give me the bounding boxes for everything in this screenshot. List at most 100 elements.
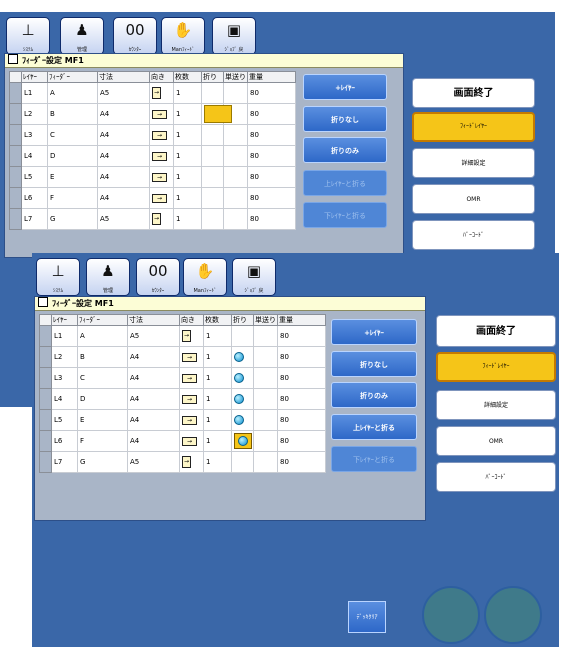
table-row[interactable]: L6 F A4 → 1 80	[9, 187, 296, 209]
front-detail-settings-button[interactable]: 詳細設定	[436, 390, 556, 420]
fold-cell[interactable]	[201, 82, 224, 104]
orientation-cell[interactable]: →	[179, 325, 204, 347]
orientation-cell[interactable]: →	[149, 124, 174, 146]
size-cell[interactable]: A4	[127, 367, 180, 389]
back-end-screen-button[interactable]: 画面終了	[412, 78, 535, 108]
feeder-cell[interactable]: E	[77, 409, 128, 431]
table-row[interactable]: L4 D A4 → 1 80	[9, 145, 296, 167]
fold-cell[interactable]	[201, 187, 224, 209]
front-no-fold-button[interactable]: 折りなし	[331, 351, 417, 377]
orientation-cell[interactable]: →	[149, 103, 174, 125]
feeder-cell[interactable]: B	[47, 103, 98, 125]
fold-cell[interactable]	[201, 103, 232, 125]
single-feed-cell[interactable]	[253, 367, 278, 389]
front-tool-admin[interactable]: ♟ 管理	[86, 258, 130, 296]
weight-cell[interactable]: 80	[247, 103, 296, 125]
feeder-cell[interactable]: C	[47, 124, 98, 146]
layer-cell[interactable]: L1	[21, 82, 48, 104]
count-cell[interactable]: 1	[203, 409, 232, 431]
feeder-cell[interactable]: F	[47, 187, 98, 209]
feeder-cell[interactable]: A	[47, 82, 98, 104]
layer-cell[interactable]: L4	[51, 388, 78, 410]
table-row[interactable]: L3 C A4 → 1 80	[39, 367, 326, 389]
fold-cell[interactable]	[201, 166, 224, 188]
orientation-cell[interactable]: →	[149, 166, 174, 188]
size-cell[interactable]: A5	[127, 451, 180, 473]
single-feed-cell[interactable]	[253, 409, 278, 431]
count-cell[interactable]: 1	[203, 325, 232, 347]
back-tool-system[interactable]: ⊥ ｼｽﾃﾑ	[6, 17, 50, 55]
fold-cell[interactable]	[201, 124, 224, 146]
weight-cell[interactable]: 80	[247, 208, 296, 230]
layer-cell[interactable]: L3	[21, 124, 48, 146]
feeder-cell[interactable]: F	[77, 430, 128, 452]
orientation-cell[interactable]: →	[149, 145, 174, 167]
front-fold-only-button[interactable]: 折りのみ	[331, 382, 417, 408]
orientation-cell[interactable]: →	[179, 451, 204, 473]
fold-cell[interactable]	[231, 430, 254, 452]
single-feed-cell[interactable]	[223, 82, 248, 104]
weight-cell[interactable]: 80	[277, 388, 326, 410]
weight-cell[interactable]: 80	[247, 145, 296, 167]
feeder-cell[interactable]: G	[47, 208, 98, 230]
orientation-cell[interactable]: →	[149, 187, 174, 209]
table-row[interactable]: L5 E A4 → 1 80	[9, 166, 296, 188]
table-row[interactable]: L3 C A4 → 1 80	[9, 124, 296, 146]
round-button-left[interactable]	[422, 586, 480, 644]
front-feed-layer-button[interactable]: ﾌｨｰﾄﾞﾚｲﾔｰ	[436, 352, 556, 382]
back-detail-settings-button[interactable]: 詳細設定	[412, 148, 535, 178]
table-row[interactable]: L6 F A4 → 1 80	[39, 430, 326, 452]
feeder-cell[interactable]: E	[47, 166, 98, 188]
layer-cell[interactable]: L1	[51, 325, 78, 347]
back-fold-with-upper-button[interactable]: 上ﾚｲﾔｰと折る	[303, 170, 387, 196]
size-cell[interactable]: A4	[97, 103, 150, 125]
table-row[interactable]: L7 G A5 → 1 80	[39, 451, 326, 473]
fold-cell[interactable]	[201, 208, 224, 230]
front-tool-job[interactable]: ▣ ｼﾞｮﾌﾞ 戻	[232, 258, 276, 296]
single-feed-cell[interactable]	[253, 430, 278, 452]
fold-cell[interactable]	[231, 409, 254, 431]
orientation-cell[interactable]: →	[179, 367, 204, 389]
single-feed-cell[interactable]	[223, 166, 248, 188]
back-barcode-button[interactable]: ﾊﾞｰｺｰﾄﾞ	[412, 220, 535, 250]
fold-cell[interactable]	[231, 388, 254, 410]
count-cell[interactable]: 1	[203, 367, 232, 389]
feeder-cell[interactable]: A	[77, 325, 128, 347]
weight-cell[interactable]: 80	[277, 325, 326, 347]
back-no-fold-button[interactable]: 折りなし	[303, 106, 387, 132]
orientation-cell[interactable]: →	[149, 82, 174, 104]
single-feed-cell[interactable]	[253, 325, 278, 347]
size-cell[interactable]: A4	[97, 187, 150, 209]
layer-cell[interactable]: L7	[21, 208, 48, 230]
weight-cell[interactable]: 80	[277, 409, 326, 431]
count-cell[interactable]: 1	[173, 166, 202, 188]
single-feed-cell[interactable]	[223, 124, 248, 146]
count-cell[interactable]: 1	[173, 208, 202, 230]
back-fold-only-button[interactable]: 折りのみ	[303, 137, 387, 163]
weight-cell[interactable]: 80	[247, 82, 296, 104]
feeder-cell[interactable]: C	[77, 367, 128, 389]
orientation-cell[interactable]: →	[179, 346, 204, 368]
feeder-cell[interactable]: D	[77, 388, 128, 410]
layer-cell[interactable]: L5	[51, 409, 78, 431]
size-cell[interactable]: A4	[97, 124, 150, 146]
count-cell[interactable]: 1	[173, 145, 202, 167]
size-cell[interactable]: A4	[97, 145, 150, 167]
orientation-cell[interactable]: →	[179, 430, 204, 452]
table-row[interactable]: L4 D A4 → 1 80	[39, 388, 326, 410]
layer-cell[interactable]: L2	[21, 103, 48, 125]
size-cell[interactable]: A4	[127, 409, 180, 431]
layer-cell[interactable]: L5	[21, 166, 48, 188]
layer-cell[interactable]: L6	[51, 430, 78, 452]
layer-cell[interactable]: L2	[51, 346, 78, 368]
front-tool-system[interactable]: ⊥ ｼｽﾃﾑ	[36, 258, 80, 296]
table-row[interactable]: L2 B A4 → 1 80	[39, 346, 326, 368]
weight-cell[interactable]: 80	[277, 430, 326, 452]
back-omr-button[interactable]: OMR	[412, 184, 535, 214]
size-cell[interactable]: A4	[127, 346, 180, 368]
front-end-screen-button[interactable]: 画面終了	[436, 315, 556, 347]
count-cell[interactable]: 1	[173, 103, 202, 125]
weight-cell[interactable]: 80	[277, 367, 326, 389]
layer-cell[interactable]: L6	[21, 187, 48, 209]
single-feed-cell[interactable]	[253, 346, 278, 368]
